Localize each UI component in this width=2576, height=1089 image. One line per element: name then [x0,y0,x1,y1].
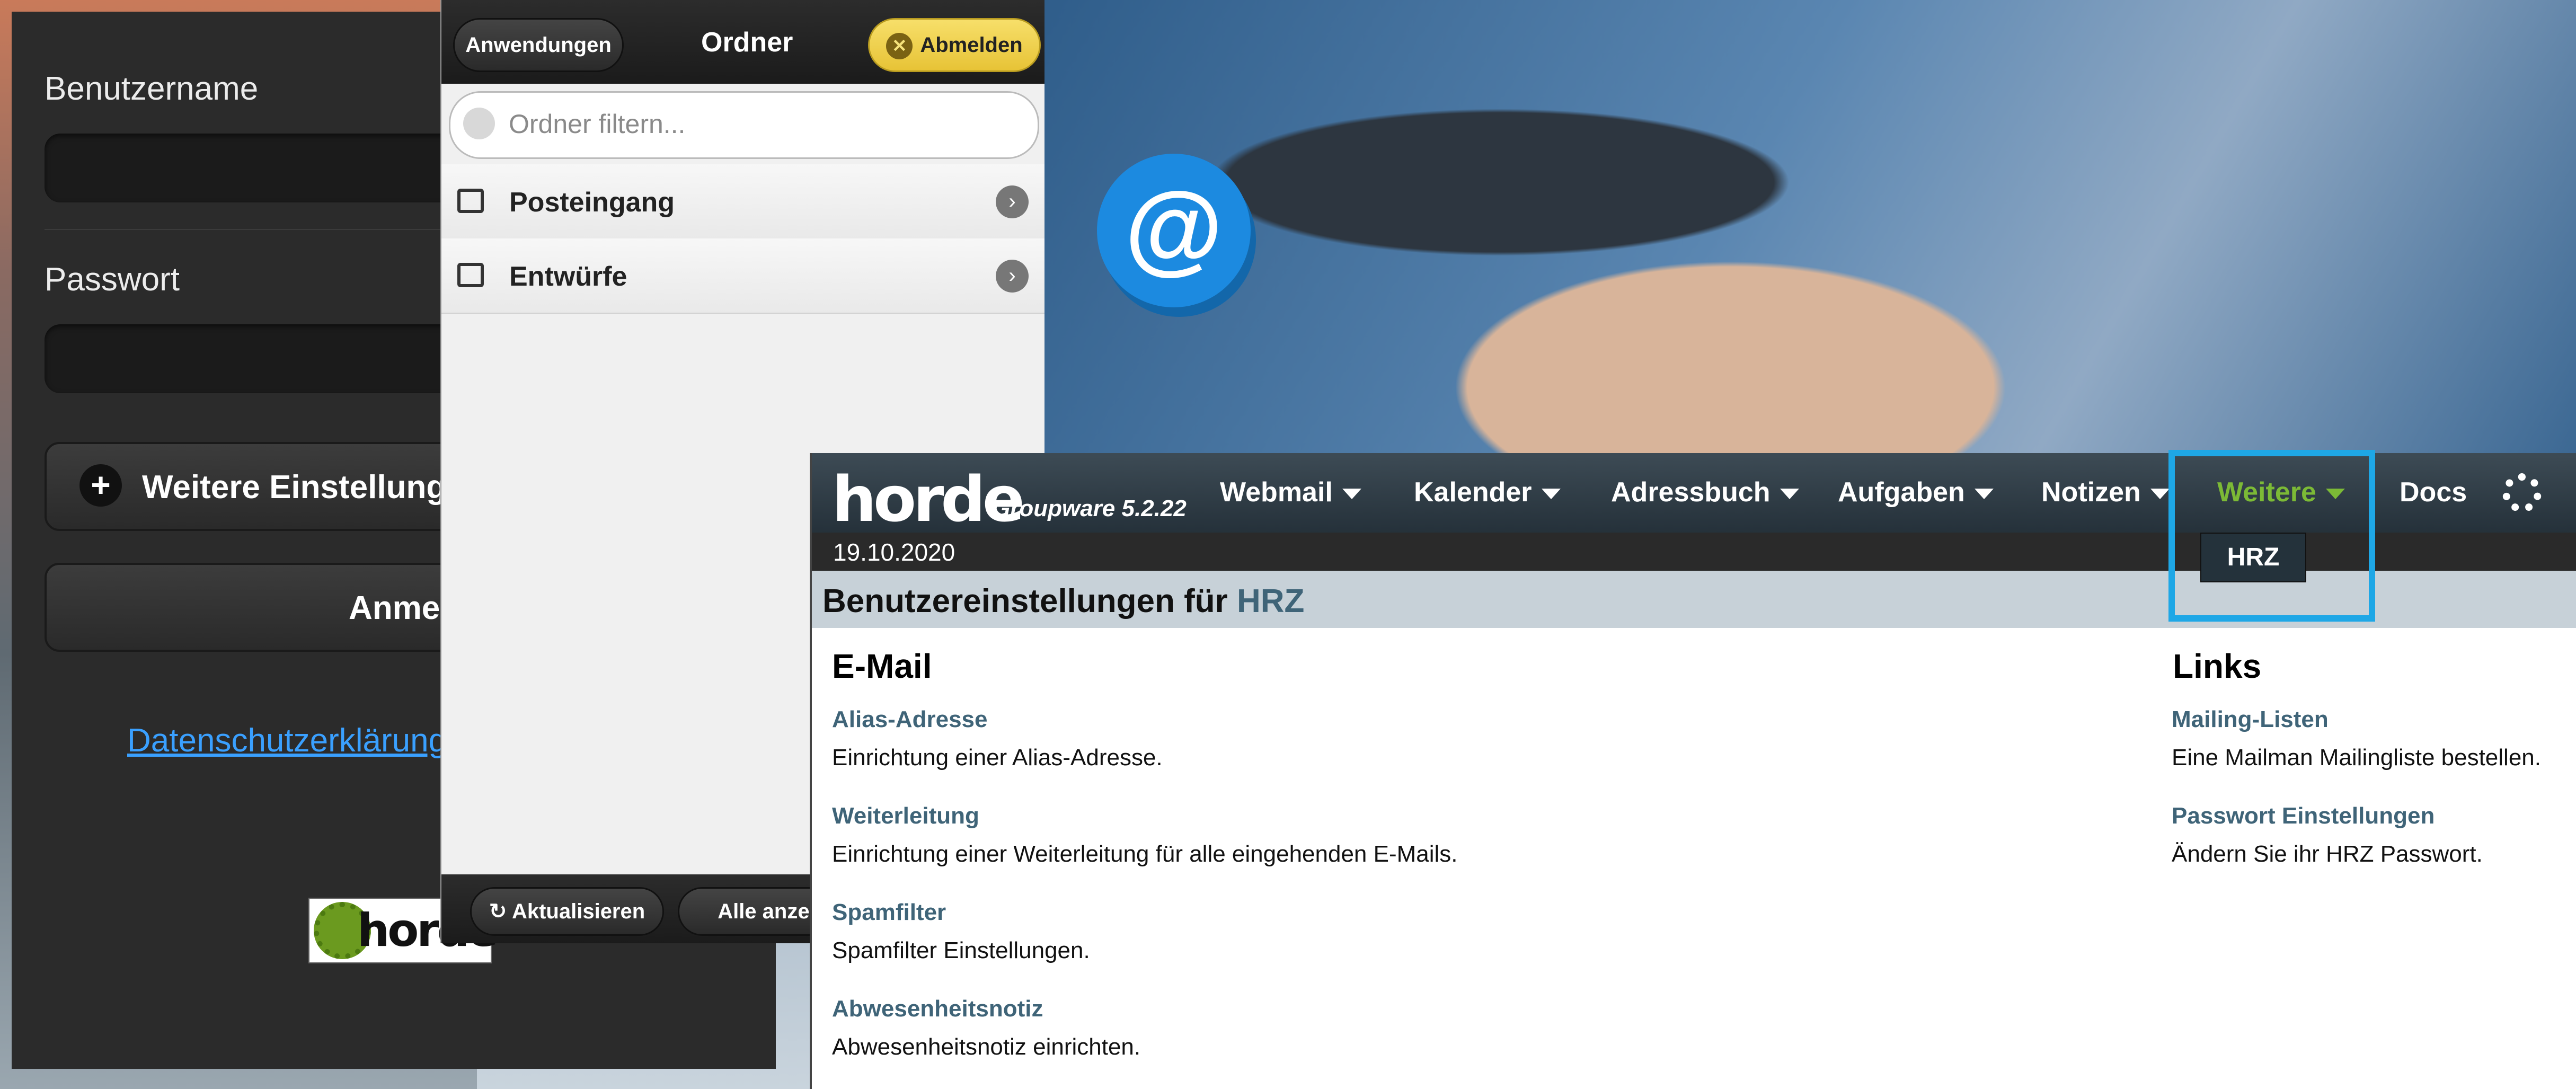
folders-header: Anwendungen Ordner ✕ Abmelden [441,0,1044,84]
folder-name: Posteingang [509,187,675,218]
nav-kalender[interactable]: Kalender [1414,476,1561,508]
folder-name: Entwürfe [509,261,627,292]
more-settings-label: Weitere Einstellungen [142,469,485,506]
mailing-lists-link[interactable]: Mailing-Listen [2172,706,2329,733]
alias-address-desc: Einrichtung einer Alias-Adresse. [832,745,1163,771]
links-section-title: Links [2173,647,2262,685]
spamfilter-desc: Spamfilter Einstellungen. [832,937,1090,963]
apps-button[interactable]: Anwendungen [453,18,624,72]
chevron-right-icon: › [996,260,1029,293]
chevron-down-icon [1342,489,1361,500]
horde-version: Groupware 5.2.22 [992,495,1187,521]
vacation-notice-link[interactable]: Abwesenheitsnotiz [832,996,1043,1022]
chevron-down-icon [1780,489,1799,500]
mailing-lists-desc: Eine Mailman Mailingliste bestellen. [2172,745,2541,771]
refresh-label: Aktualisieren [511,900,645,923]
plus-icon: + [79,464,122,507]
privacy-link[interactable]: Datenschutzerklärung [127,722,447,759]
inbox-icon [457,189,484,213]
phone-photo [1039,0,2576,456]
vacation-notice-desc: Abwesenheitsnotiz einrichten. [832,1034,1141,1060]
chevron-right-icon: › [996,185,1029,218]
nav-adressbuch[interactable]: Adressbuch [1611,476,1799,508]
chevron-down-icon [1541,489,1561,500]
nav-webmail[interactable]: Webmail [1220,476,1361,508]
gear-icon[interactable] [2502,473,2542,512]
refresh-icon: ↻ [489,900,512,923]
folder-item-drafts[interactable]: Entwürfe › [441,238,1044,314]
alias-address-link[interactable]: Alias-Adresse [832,706,987,733]
nav-docs[interactable]: Docs [2400,476,2467,508]
at-sign-icon: @ [1097,154,1251,307]
logout-button[interactable]: ✕ Abmelden [868,18,1041,72]
current-date: 19.10.2020 [833,538,955,566]
page-title: Benutzereinstellungen für HRZ [822,583,1305,619]
folders-title: Ordner [701,27,793,58]
folder-filter-input[interactable]: Ordner filtern... [449,91,1039,159]
chevron-down-icon [2150,489,2170,500]
chevron-down-icon [1974,489,1994,500]
search-icon [463,108,495,139]
horde-desktop-window: horde Groupware 5.2.22 Webmail Kalender … [810,450,2576,1089]
close-icon: ✕ [886,33,913,60]
forwarding-desc: Einrichtung einer Weiterleitung für alle… [832,841,1458,867]
nav-notizen[interactable]: Notizen [2041,476,2170,508]
password-settings-desc: Ändern Sie ihr HRZ Passwort. [2172,841,2483,867]
nav-aufgaben[interactable]: Aufgaben [1838,476,1994,508]
filter-placeholder: Ordner filtern... [509,109,686,139]
highlight-box [2168,450,2375,622]
logout-label: Abmelden [920,33,1023,57]
spamfilter-link[interactable]: Spamfilter [832,899,946,926]
user-name: HRZ [1236,583,1305,619]
folder-item-inbox[interactable]: Posteingang › [441,164,1044,240]
drafts-icon [457,263,484,287]
refresh-button[interactable]: ↻ Aktualisieren [470,887,664,936]
forwarding-link[interactable]: Weiterleitung [832,803,979,829]
email-section-title: E-Mail [832,647,932,685]
password-settings-link[interactable]: Passwort Einstellungen [2172,803,2435,829]
password-label: Passwort [45,261,180,298]
username-label: Benutzername [45,70,259,107]
